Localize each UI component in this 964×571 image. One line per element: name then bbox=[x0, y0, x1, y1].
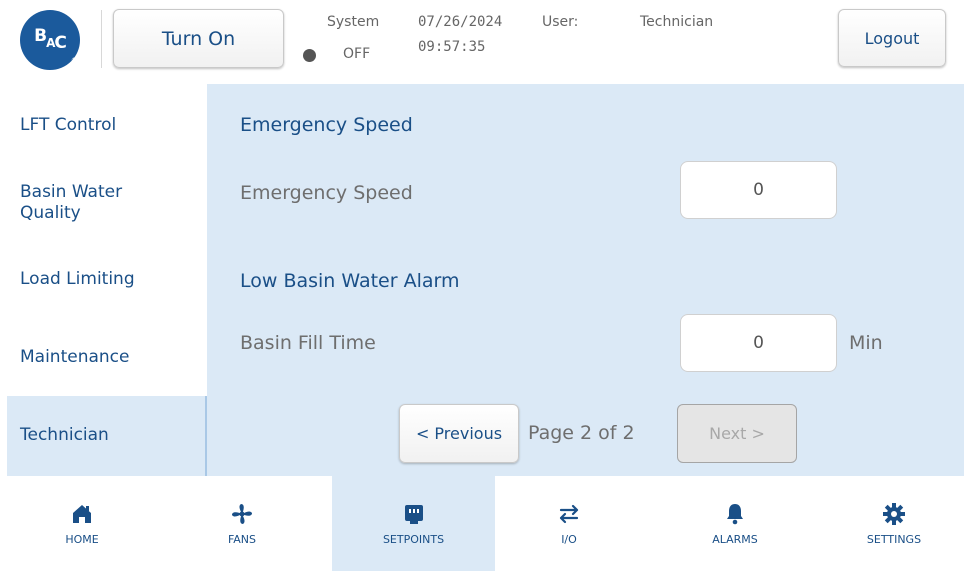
header-divider bbox=[101, 10, 102, 68]
current-date: 07/26/2024 bbox=[418, 14, 503, 30]
basin-fill-time-field[interactable]: 0 bbox=[680, 314, 837, 372]
header-bar: BAC ® Turn On System OFF 07/26/2024 09:5… bbox=[0, 0, 964, 84]
system-status-indicator bbox=[303, 49, 316, 62]
home-icon bbox=[69, 501, 95, 527]
section-title-low-basin-water-alarm: Low Basin Water Alarm bbox=[240, 270, 460, 292]
sidebar-item-label: LFT Control bbox=[20, 115, 117, 136]
system-label: System bbox=[327, 14, 380, 30]
system-state: OFF bbox=[343, 46, 371, 62]
nav-setpoints[interactable]: SETPOINTS bbox=[332, 476, 495, 571]
nav-io[interactable]: I/O bbox=[509, 476, 629, 571]
sidebar-item-label: Load Limiting bbox=[20, 269, 135, 290]
sidebar-item-label: Maintenance bbox=[20, 347, 130, 368]
sidebar-item-load-limiting[interactable]: Load Limiting bbox=[7, 252, 207, 308]
nav-alarms-label: ALARMS bbox=[712, 533, 758, 546]
io-arrows-icon bbox=[556, 501, 582, 527]
nav-fans-label: FANS bbox=[227, 533, 257, 546]
sidebar-item-basin-water-quality[interactable]: Basin Water Quality bbox=[7, 168, 157, 238]
sidebar-item-technician[interactable]: Technician bbox=[7, 396, 207, 476]
sidebar-item-maintenance[interactable]: Maintenance bbox=[7, 330, 207, 386]
sidebar-item-label: Technician bbox=[20, 425, 109, 446]
user-name: Technician bbox=[640, 14, 714, 30]
bottom-navigation: HOME FANS SETPOINTS I/O ALARMS SETTINGS bbox=[0, 476, 964, 571]
next-page-button[interactable]: Next > bbox=[677, 404, 797, 463]
setpoints-icon bbox=[401, 501, 427, 527]
nav-alarms[interactable]: ALARMS bbox=[675, 476, 795, 571]
nav-home[interactable]: HOME bbox=[22, 476, 142, 571]
turn-on-button[interactable]: Turn On bbox=[113, 9, 284, 68]
fan-icon bbox=[229, 501, 255, 527]
emergency-speed-field[interactable]: 0 bbox=[680, 161, 837, 219]
user-label: User: bbox=[542, 14, 579, 30]
section-title-emergency-speed: Emergency Speed bbox=[240, 114, 413, 136]
gear-icon bbox=[881, 501, 907, 527]
bac-logo: BAC ® bbox=[20, 10, 80, 70]
logo-letters: BAC bbox=[34, 26, 67, 53]
sidebar-item-lft-control[interactable]: LFT Control bbox=[7, 98, 207, 154]
nav-settings[interactable]: SETTINGS bbox=[834, 476, 954, 571]
nav-io-label: I/O bbox=[561, 533, 577, 546]
setpoints-panel: Emergency Speed Emergency Speed 0 Low Ba… bbox=[207, 84, 964, 476]
nav-setpoints-label: SETPOINTS bbox=[382, 533, 445, 546]
nav-settings-label: SETTINGS bbox=[866, 533, 922, 546]
emergency-speed-label: Emergency Speed bbox=[240, 182, 413, 204]
page-indicator: Page 2 of 2 bbox=[528, 422, 635, 444]
logout-button[interactable]: Logout bbox=[838, 9, 946, 67]
nav-home-label: HOME bbox=[65, 533, 99, 546]
basin-fill-time-unit: Min bbox=[849, 332, 883, 354]
bell-icon bbox=[722, 501, 748, 527]
setpoints-sidebar: LFT Control Basin Water Quality Load Lim… bbox=[0, 84, 207, 476]
basin-fill-time-label: Basin Fill Time bbox=[240, 332, 376, 354]
nav-fans[interactable]: FANS bbox=[182, 476, 302, 571]
previous-page-button[interactable]: < Previous bbox=[399, 404, 519, 463]
current-time: 09:57:35 bbox=[418, 39, 486, 55]
sidebar-item-label: Basin Water Quality bbox=[20, 181, 123, 223]
